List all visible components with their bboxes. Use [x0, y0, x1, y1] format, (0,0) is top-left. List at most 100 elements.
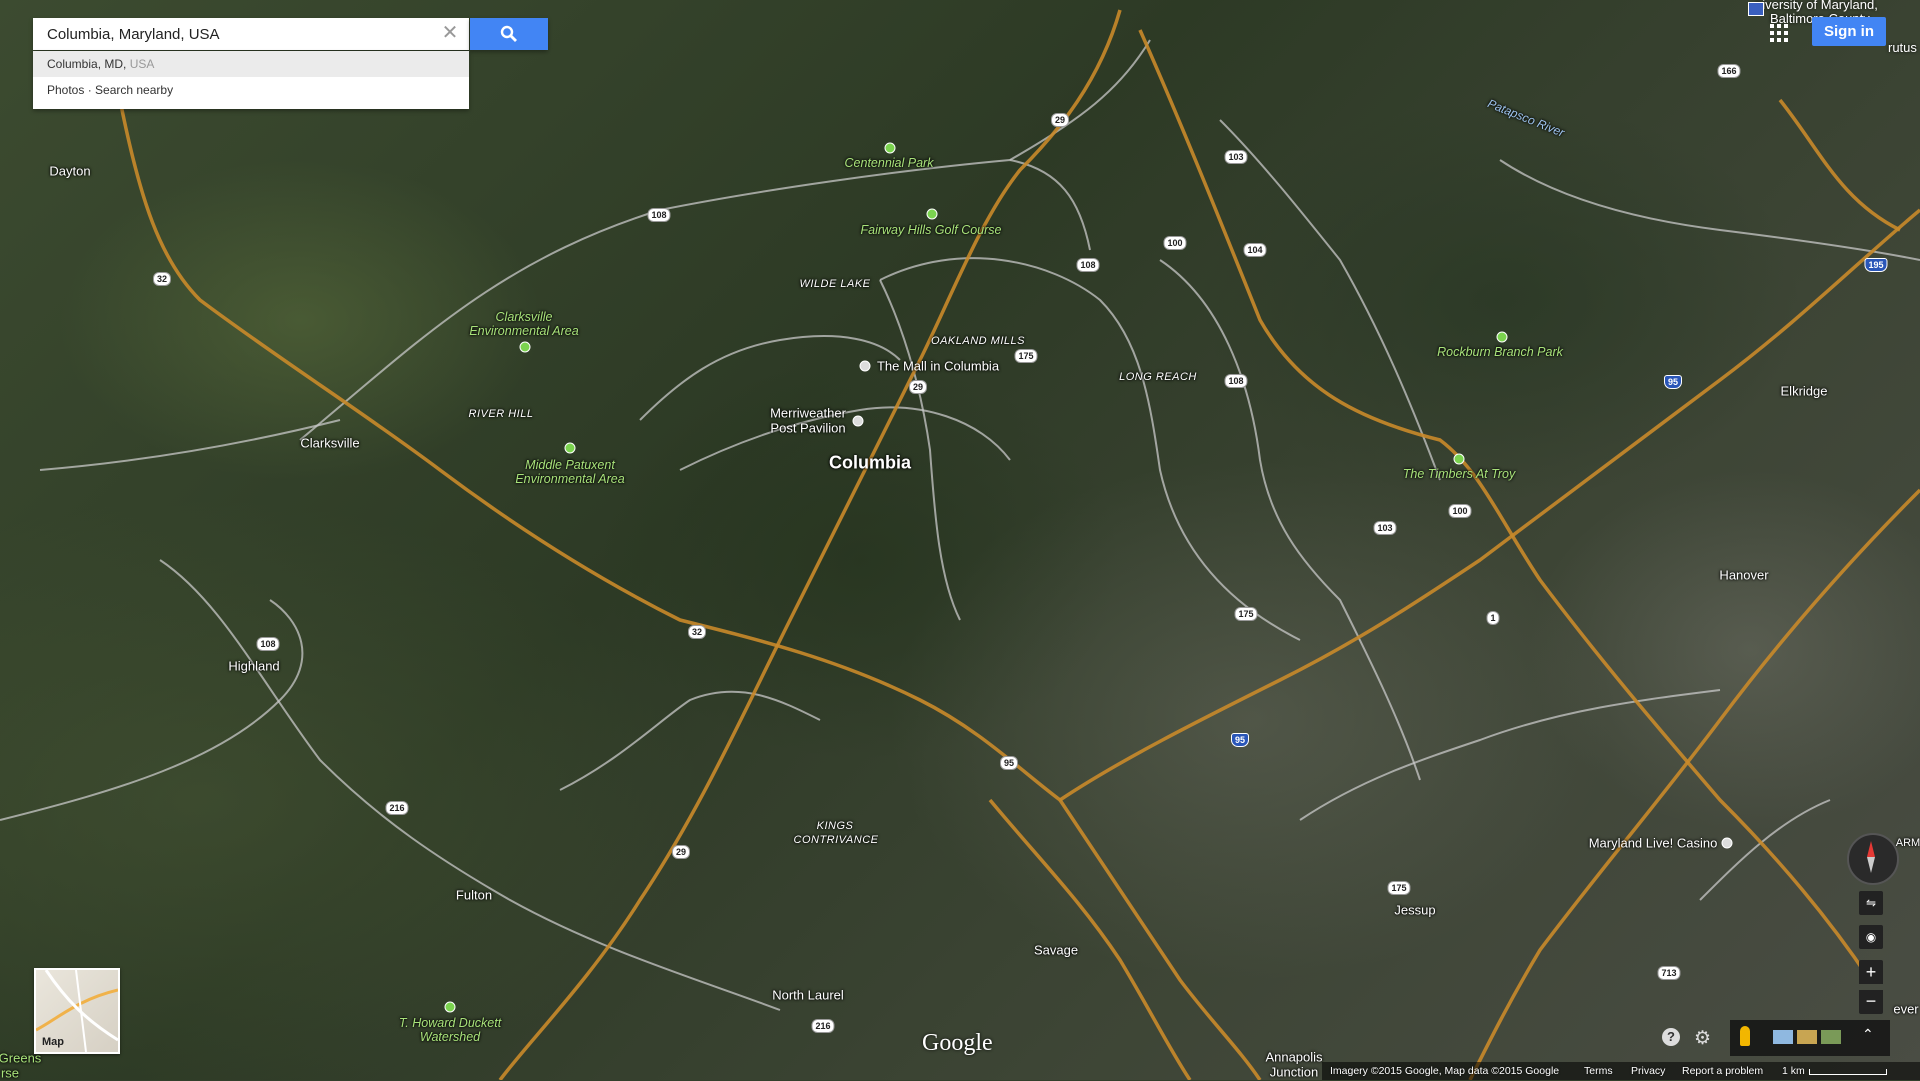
tilt-button[interactable]: ⇋: [1859, 891, 1883, 915]
route-shield-interstate[interactable]: 95: [1230, 733, 1250, 747]
compass-control[interactable]: [1847, 833, 1899, 885]
map-label-oakland-mills[interactable]: OAKLAND MILLS: [931, 335, 1025, 347]
gear-icon: ⚙: [1694, 1028, 1712, 1049]
route-shield[interactable]: 32: [687, 625, 707, 639]
clear-search-button[interactable]: ✕: [439, 22, 461, 44]
search-box: ✕: [33, 18, 469, 50]
map-label-timbers[interactable]: The Timbers At Troy: [1403, 467, 1515, 481]
zoom-out-button[interactable]: −: [1859, 990, 1883, 1014]
route-shield[interactable]: 104: [1243, 243, 1267, 257]
map-label-elkridge[interactable]: Elkridge: [1781, 384, 1828, 399]
map-label-dayton[interactable]: Dayton: [49, 164, 90, 179]
map-label-savage[interactable]: Savage: [1034, 943, 1078, 958]
scale-label[interactable]: 1 km: [1782, 1062, 1805, 1080]
map-label-long-reach[interactable]: LONG REACH: [1119, 371, 1197, 383]
map-label-north-laurel[interactable]: North Laurel: [772, 988, 844, 1003]
map-label-mall[interactable]: The Mall in Columbia: [877, 359, 999, 374]
search-button[interactable]: [470, 18, 548, 50]
zoom-in-button[interactable]: +: [1859, 960, 1883, 984]
route-shield[interactable]: 103: [1373, 521, 1397, 535]
casino-pin-icon[interactable]: [1721, 837, 1733, 849]
map-label-wilde-lake[interactable]: WILDE LAKE: [799, 278, 870, 290]
route-shield[interactable]: 32: [152, 272, 172, 286]
photo-thumbnail[interactable]: [1797, 1030, 1817, 1044]
route-shield[interactable]: 166: [1717, 64, 1741, 78]
route-shield[interactable]: 175: [1014, 349, 1038, 363]
golf-pin-icon[interactable]: [926, 208, 938, 220]
venue-pin-icon[interactable]: [852, 415, 864, 427]
route-shield[interactable]: 216: [811, 1019, 835, 1033]
search-input[interactable]: [33, 18, 428, 50]
map-label-t-howard[interactable]: T. Howard Duckett Watershed: [380, 1016, 520, 1044]
flag-icon: [1748, 2, 1764, 16]
route-shield[interactable]: 29: [1050, 113, 1070, 127]
suggestion-primary: Columbia, MD,: [47, 57, 127, 71]
report-problem-link[interactable]: Report a problem: [1682, 1062, 1763, 1080]
park-pin-icon[interactable]: [519, 341, 531, 353]
suggestion-secondary: USA: [129, 57, 155, 71]
map-label-middle-patuxent[interactable]: Middle Patuxent Environmental Area: [505, 458, 635, 486]
map-label-ever: ever: [1893, 1001, 1919, 1017]
satellite-map[interactable]: Columbia Dayton Clarksville Highland Ful…: [0, 0, 1920, 1081]
route-shield-interstate[interactable]: 195: [1864, 258, 1888, 272]
settings-button[interactable]: ⚙: [1694, 1027, 1711, 1050]
route-shield[interactable]: 103: [1224, 150, 1248, 164]
map-label-kings-contrivance-2[interactable]: CONTRIVANCE: [794, 834, 879, 846]
park-pin-icon[interactable]: [564, 442, 576, 454]
route-shield[interactable]: 175: [1234, 607, 1258, 621]
golf-pin-icon[interactable]: [1453, 453, 1465, 465]
route-shield-interstate[interactable]: 95: [1663, 375, 1683, 389]
suggestion-item[interactable]: Columbia, MD, USA: [33, 51, 469, 77]
route-shield[interactable]: 175: [1387, 881, 1411, 895]
map-view-toggle[interactable]: Map: [34, 968, 120, 1054]
photo-thumbnail[interactable]: [1773, 1030, 1793, 1044]
map-label-columbia[interactable]: Columbia: [829, 453, 911, 474]
route-shield[interactable]: 100: [1448, 504, 1472, 518]
route-shield[interactable]: 108: [647, 208, 671, 222]
shopping-pin-icon[interactable]: [859, 360, 871, 372]
park-pin-icon[interactable]: [1496, 331, 1508, 343]
route-shield[interactable]: 108: [256, 637, 280, 651]
suggestion-actions[interactable]: Photos · Search nearby: [33, 77, 469, 103]
park-pin-icon[interactable]: [444, 1001, 456, 1013]
map-label-jessup[interactable]: Jessup: [1394, 903, 1435, 918]
route-shield[interactable]: 100: [1163, 236, 1187, 250]
map-label-clarksville[interactable]: Clarksville: [300, 436, 359, 451]
route-shield[interactable]: 1: [1486, 611, 1500, 625]
privacy-link[interactable]: Privacy: [1631, 1062, 1665, 1080]
expand-icon[interactable]: ⌃: [1862, 1026, 1874, 1043]
map-label-rockburn[interactable]: Rockburn Branch Park: [1437, 345, 1563, 359]
map-label-river-hill[interactable]: RIVER HILL: [469, 408, 534, 420]
sign-in-button[interactable]: Sign in: [1812, 17, 1886, 46]
map-label-centennial-park[interactable]: Centennial Park: [845, 156, 934, 170]
corner-label-3: rutus: [1888, 40, 1917, 55]
my-location-button[interactable]: ◉: [1859, 925, 1883, 949]
route-shield[interactable]: 713: [1657, 966, 1681, 980]
map-label-highland[interactable]: Highland: [228, 659, 279, 674]
photo-thumbnail[interactable]: [1821, 1030, 1841, 1044]
map-label-kings-contrivance-1[interactable]: KINGS: [817, 820, 854, 832]
map-label-merriweather-2[interactable]: Post Pavilion: [770, 421, 845, 436]
map-label-maryland-live[interactable]: Maryland Live! Casino: [1589, 836, 1718, 851]
map-label-hanover[interactable]: Hanover: [1719, 568, 1768, 583]
compass-icon: [1867, 841, 1875, 873]
route-shield[interactable]: 108: [1076, 258, 1100, 272]
park-pin-icon[interactable]: [884, 142, 896, 154]
minimap-label: Map: [42, 1036, 64, 1048]
pegman-icon[interactable]: [1740, 1026, 1750, 1046]
scale-bar: [1809, 1069, 1887, 1075]
route-shield[interactable]: 95: [999, 756, 1019, 770]
route-shield[interactable]: 216: [385, 801, 409, 815]
apps-grid-icon[interactable]: [1770, 24, 1788, 42]
search-icon: [500, 25, 517, 42]
help-button[interactable]: ?: [1662, 1028, 1680, 1046]
route-shield[interactable]: 29: [671, 845, 691, 859]
map-label-clarksville-env[interactable]: Clarksville Environmental Area: [459, 310, 589, 338]
map-label-fairway-hills[interactable]: Fairway Hills Golf Course: [860, 223, 1001, 237]
route-shield[interactable]: 29: [908, 380, 928, 394]
map-label-fulton[interactable]: Fulton: [456, 888, 492, 903]
route-shield[interactable]: 108: [1224, 374, 1248, 388]
google-logo: Google: [922, 1030, 993, 1056]
map-label-merriweather-1[interactable]: Merriweather: [770, 406, 846, 421]
terms-link[interactable]: Terms: [1584, 1062, 1613, 1080]
